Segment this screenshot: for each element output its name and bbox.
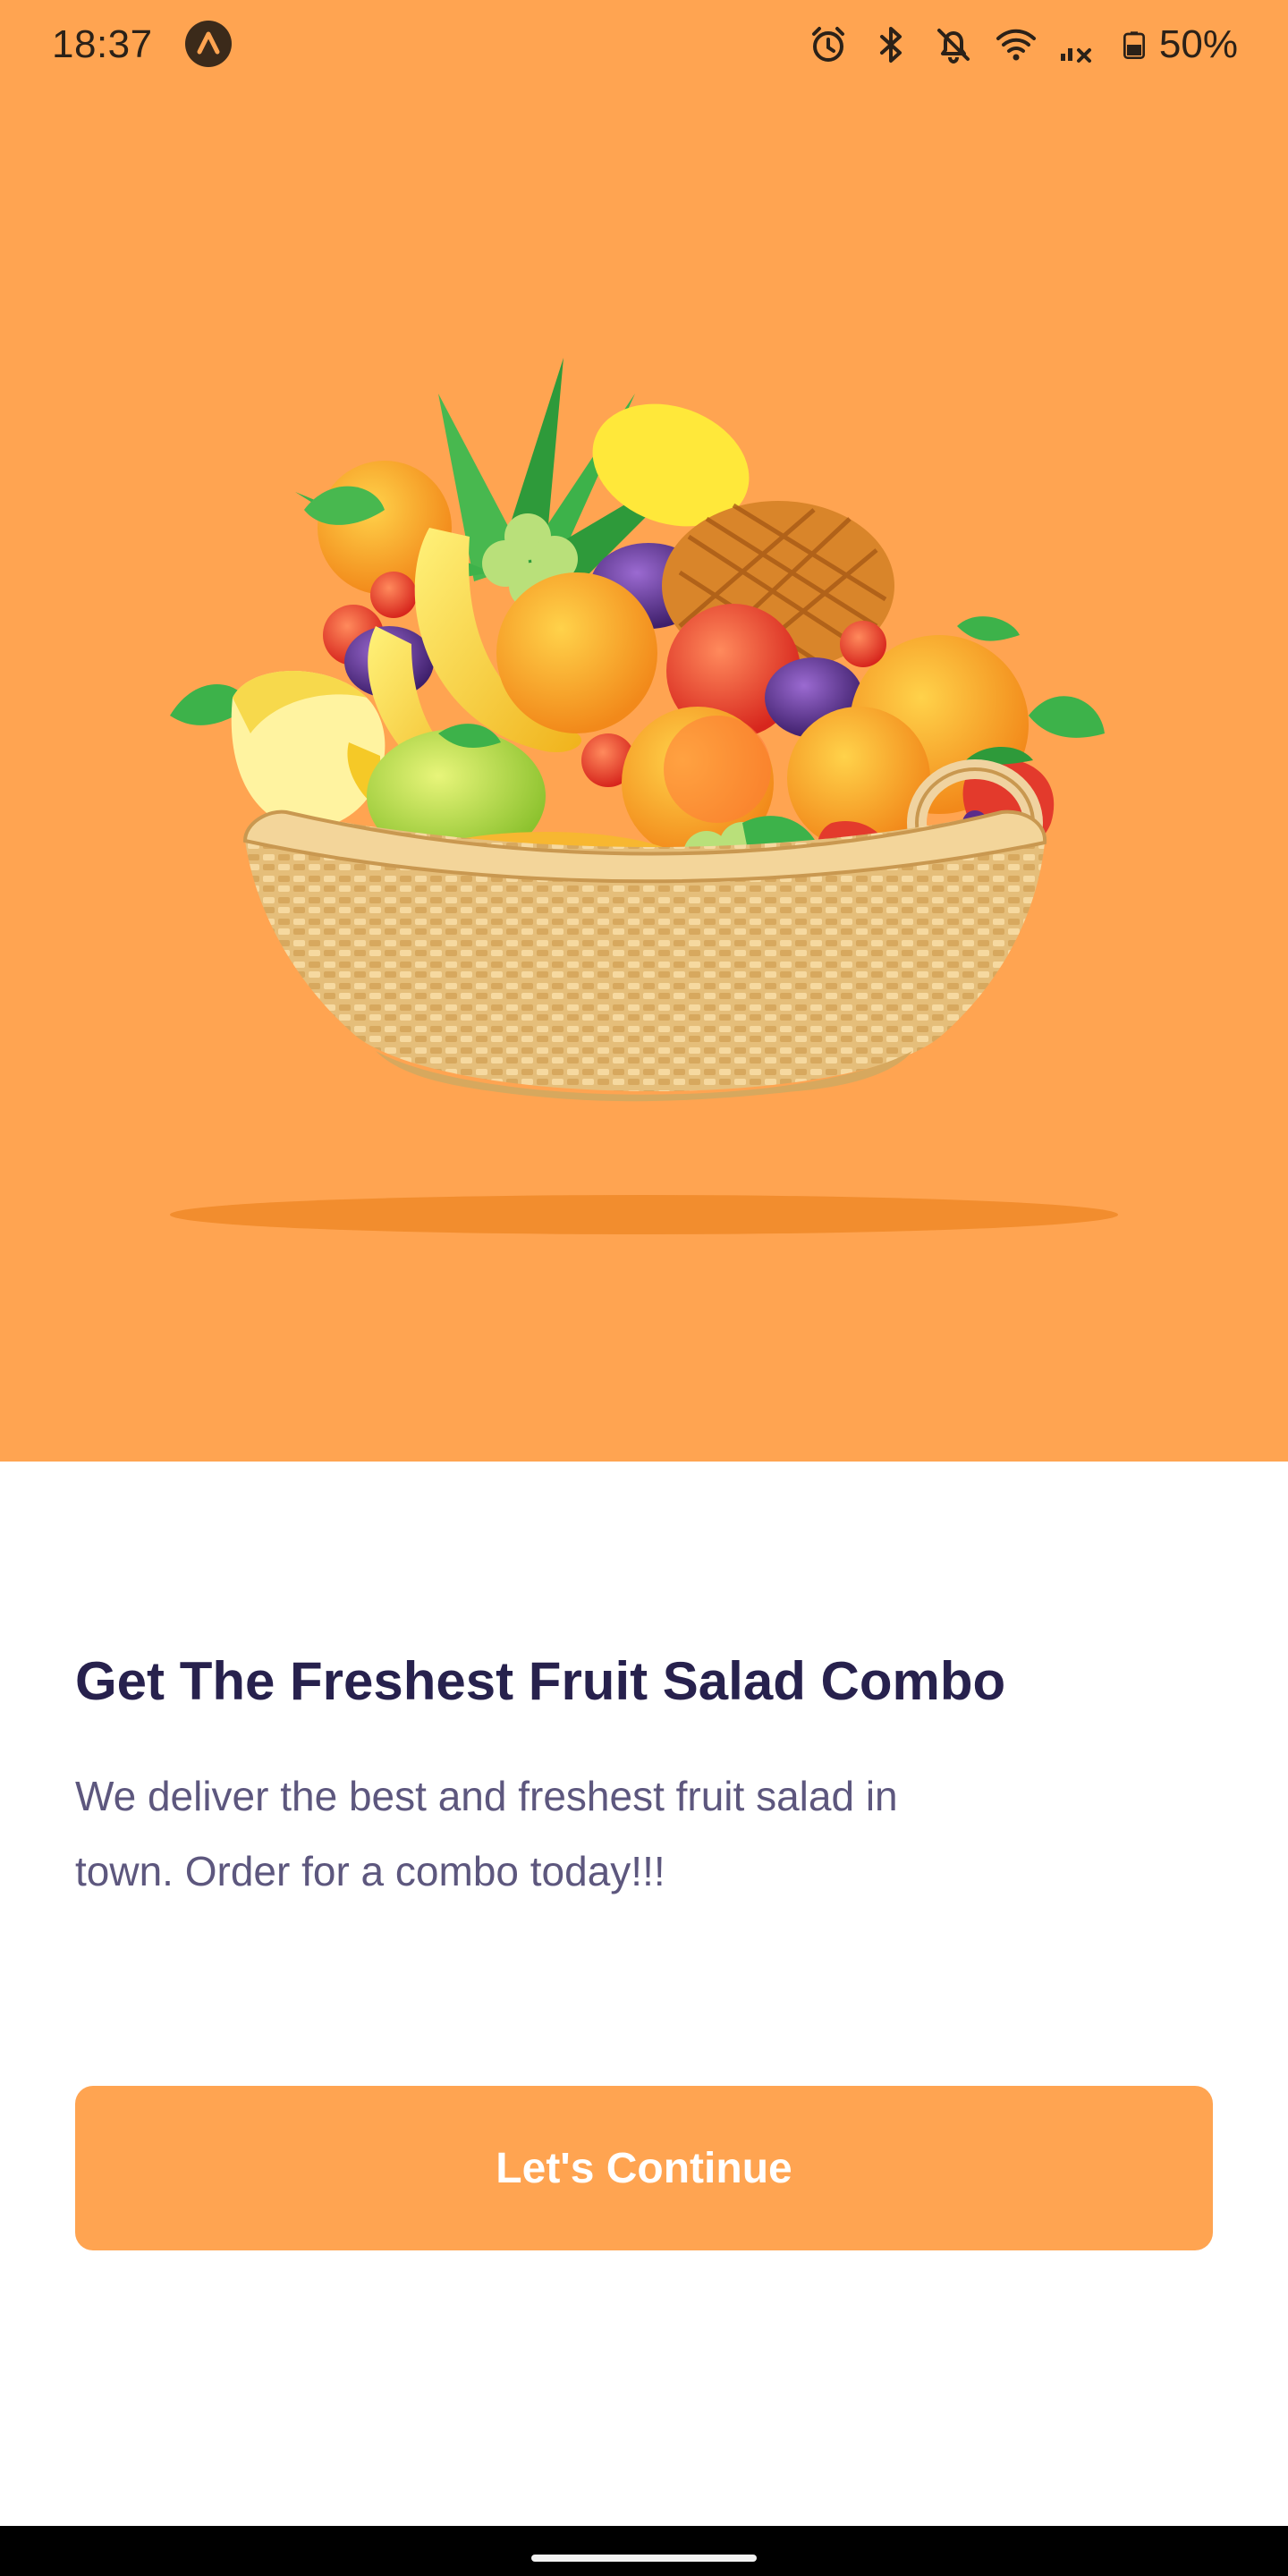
app-indicator-icon — [185, 21, 232, 67]
hero-section: 18:37 50% — [0, 0, 1288, 1462]
page-description: We deliver the best and freshest fruit s… — [75, 1758, 1059, 1909]
home-gesture-handle[interactable] — [531, 2555, 757, 2562]
status-bar: 18:37 50% — [0, 0, 1288, 89]
battery-percentage: 50% — [1158, 22, 1238, 66]
signal-icon — [1060, 48, 1091, 63]
alarm-icon — [811, 27, 844, 62]
fruit-basket-illustration — [170, 358, 1118, 1234]
status-icons: 50% — [807, 20, 1238, 70]
description-line-2: town. Order for a combo today!!! — [75, 1848, 665, 1894]
battery-icon — [1123, 31, 1145, 59]
continue-button[interactable]: Let's Continue — [75, 2086, 1213, 2250]
wifi-icon — [996, 29, 1036, 61]
status-time: 18:37 — [52, 22, 153, 66]
bluetooth-icon — [879, 27, 902, 63]
description-line-1: We deliver the best and freshest fruit s… — [75, 1773, 898, 1819]
navigation-bar — [0, 2526, 1288, 2576]
notifications-off-icon — [936, 29, 970, 64]
page-title: Get The Freshest Fruit Salad Combo — [75, 1651, 1006, 1711]
